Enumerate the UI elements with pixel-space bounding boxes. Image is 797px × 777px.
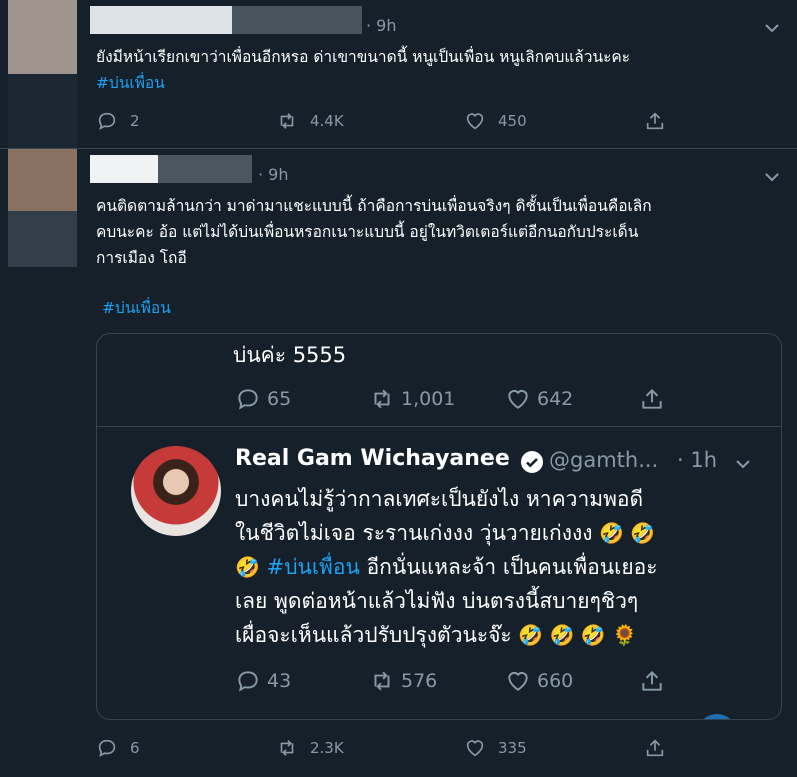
- like-button[interactable]: 335: [464, 733, 527, 763]
- retweet-button[interactable]: 4.4K: [276, 106, 344, 136]
- reply-count: 43: [267, 670, 292, 692]
- like-button[interactable]: 660: [505, 666, 573, 696]
- retweet-count: 576: [401, 670, 438, 692]
- hashtag-link[interactable]: #บ่นเพื่อน: [102, 295, 171, 321]
- heart-icon: [508, 389, 528, 409]
- heart-icon: [466, 740, 484, 757]
- reply-button[interactable]: 43: [235, 666, 291, 696]
- chevron-down-icon[interactable]: [762, 167, 782, 187]
- retweet-icon: [374, 671, 390, 691]
- tweet-text-line-3: การเมือง โถอี: [96, 249, 187, 267]
- retweet-icon: [280, 113, 294, 129]
- quoted-like-button[interactable]: 642: [505, 384, 573, 414]
- reply-icon: [98, 112, 116, 130]
- tweet-time[interactable]: · 1h: [677, 448, 717, 472]
- tweet-time[interactable]: · 9h: [258, 165, 289, 184]
- share-icon: [642, 670, 662, 691]
- share-icon: [646, 112, 664, 130]
- reply-icon: [98, 739, 116, 757]
- like-count: 642: [537, 388, 574, 410]
- like-button[interactable]: 450: [464, 106, 527, 136]
- like-count: 660: [537, 670, 574, 692]
- verified-badge-icon: [521, 451, 543, 473]
- profile-avatar[interactable]: [131, 446, 221, 536]
- reply-icon: [238, 389, 258, 410]
- hashtag-link[interactable]: #บ่นเพื่อน: [267, 555, 360, 579]
- share-icon: [646, 739, 664, 757]
- quoted-reply-text: บ่นค่ะ 5555: [233, 343, 347, 367]
- rofl-emoji: 🤣: [235, 555, 260, 579]
- reply-button[interactable]: 2: [96, 106, 140, 136]
- tweet-text-line-1: คนติดตามล้านกว่า มาด่ามาแชะแบบนี้ ถ้าคือ…: [96, 197, 652, 215]
- author-name[interactable]: [90, 155, 158, 183]
- quote-text-line-2-text: ในชีวิตไม่เจอ ระรานเก่งงง วุ่นวายเก่งงง: [235, 521, 593, 545]
- heart-icon: [508, 671, 528, 691]
- emoji-group: 🤣 🤣 🤣 🌻: [518, 623, 638, 647]
- quote-text-line-1: บางคนไม่รู้ว่ากาลเทศะเป็นยังไง หาความพอด…: [235, 487, 644, 511]
- next-avatar-peek: [697, 714, 737, 719]
- quote-text-line-5: เผื่อจะเห็นแล้วปรับปรุงตัวนะจ๊ะ 🤣 🤣 🤣 🌻: [235, 620, 637, 650]
- display-name[interactable]: Real Gam Wichayanee: [235, 446, 510, 471]
- reply-button[interactable]: 6: [96, 733, 140, 763]
- like-count: 335: [498, 739, 527, 757]
- share-button[interactable]: [644, 733, 678, 763]
- avatar[interactable]: [8, 149, 77, 267]
- quote-text-line-4: เลย พูดต่อหน้าแล้วไม่ฟัง บ่นตรงนี้สบายๆช…: [235, 589, 639, 613]
- quoted-retweet-button[interactable]: 1,001: [369, 384, 455, 414]
- author-handle[interactable]: [158, 155, 252, 183]
- like-count: 450: [498, 112, 527, 130]
- handle[interactable]: @gamth...: [549, 448, 658, 472]
- avatar[interactable]: [8, 0, 77, 148]
- author-handle[interactable]: [232, 6, 362, 34]
- share-button[interactable]: [644, 106, 678, 136]
- share-icon: [642, 388, 662, 409]
- chevron-down-icon[interactable]: [733, 454, 753, 474]
- rofl-emoji: 🤣 🤣: [599, 521, 656, 545]
- quote-text-line-3: 🤣 #บ่นเพื่อน อีกนั่นแหละจ้า เป็นคนเพื่อน…: [235, 552, 658, 582]
- tweet-text: ยังมีหน้าเรียกเขาว่าเพื่อนอีกหรอ ด่าเขาข…: [96, 48, 631, 66]
- reply-count: 6: [130, 739, 140, 757]
- tweet-2[interactable]: · 9h คนติดตามล้านกว่า มาด่ามาแชะแบบนี้ ถ…: [0, 149, 797, 777]
- tweet-text-line-2: คบนะคะ อ้อ แต่ไม่ได้บ่นเพื่อนหรอกเนาะแบบ…: [96, 223, 639, 241]
- reply-count: 2: [130, 112, 140, 130]
- hashtag-link[interactable]: #บ่นเพื่อน: [96, 70, 165, 96]
- retweet-count: 1,001: [401, 388, 456, 410]
- tweet-1[interactable]: · 9h ยังมีหน้าเรียกเขาว่าเพื่อนอีกหรอ ด่…: [0, 0, 797, 148]
- retweet-count: 2.3K: [310, 739, 344, 757]
- heart-icon: [466, 113, 484, 130]
- retweet-button[interactable]: 576: [369, 666, 437, 696]
- retweet-icon: [374, 389, 390, 409]
- author-name[interactable]: [90, 6, 232, 34]
- quote-divider: [97, 426, 781, 427]
- tweet-time[interactable]: · 9h: [366, 16, 397, 35]
- quote-text-line-5-text: เผื่อจะเห็นแล้วปรับปรุงตัวนะจ๊ะ: [235, 623, 512, 647]
- retweet-icon: [280, 740, 294, 756]
- quoted-share-button[interactable]: [639, 384, 671, 414]
- quote-text-line-3-text: อีกนั่นแหละจ้า เป็นคนเพื่อนเยอะ: [366, 555, 658, 579]
- chevron-down-icon[interactable]: [762, 18, 782, 38]
- retweet-button[interactable]: 2.3K: [276, 733, 344, 763]
- quoted-reply-button[interactable]: 65: [235, 384, 291, 414]
- reply-count: 65: [267, 388, 292, 410]
- reply-icon: [238, 671, 258, 692]
- retweet-count: 4.4K: [310, 112, 344, 130]
- quote-text-line-2: ในชีวิตไม่เจอ ระรานเก่งงง วุ่นวายเก่งงง …: [235, 518, 655, 548]
- share-button[interactable]: [639, 666, 671, 696]
- quoted-tweet[interactable]: บ่นค่ะ 5555 65 1,001 642 Real Gam Wichay…: [96, 333, 782, 720]
